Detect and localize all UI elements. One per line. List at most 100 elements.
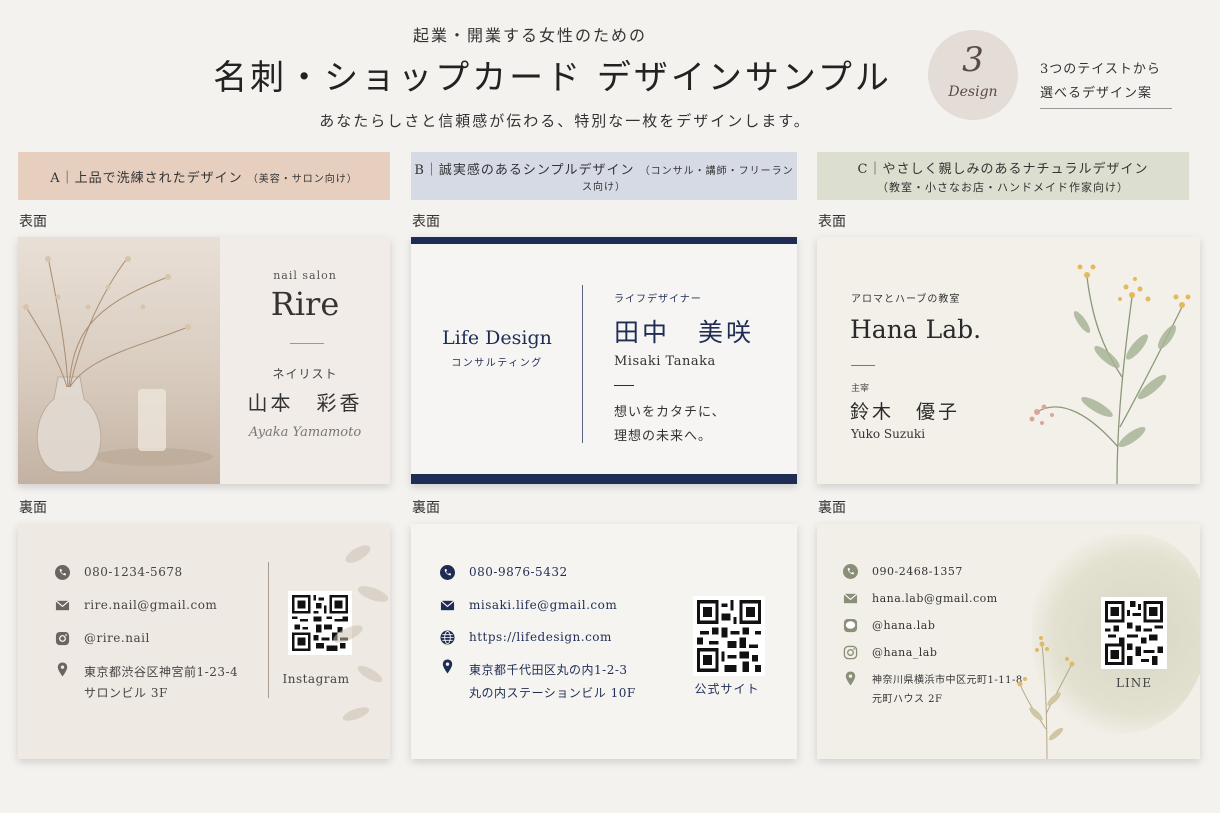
phone-icon	[440, 564, 455, 580]
instagram-icon	[55, 631, 70, 646]
contact-address: 東京都渋谷区神宮前1-23-4 サロンビル 3F	[55, 662, 238, 704]
label-back-b: 裏面	[412, 500, 440, 516]
contact-phone: 090-2468-1357	[843, 562, 1023, 580]
qr-code-pattern	[1105, 601, 1163, 665]
person-name: 山本 彩香	[247, 391, 363, 415]
address-line1: 神奈川県横浜市中区元町1-11-8	[872, 675, 1023, 686]
phone-number: 080-9876-5432	[469, 565, 568, 579]
job-title: ライフデザイナー	[614, 294, 702, 305]
vertical-divider	[582, 285, 583, 443]
design-count-badge: 3 Design	[928, 30, 1018, 120]
instagram-handle: @hana_lab	[872, 645, 938, 659]
column-header-a: A｜上品で洗練されたデザイン （美容・サロン向け）	[18, 152, 390, 200]
contact-instagram: @rire.nail	[55, 628, 238, 648]
contact-email: hana.lab@gmail.com	[843, 589, 1023, 607]
phone-number: 090-2468-1357	[872, 564, 963, 578]
instagram-icon	[843, 645, 858, 660]
contact-instagram: @hana_lab	[843, 643, 1023, 661]
line-chat-icon	[843, 618, 858, 633]
email-address: hana.lab@gmail.com	[872, 591, 998, 605]
contact-list-a: 080-1234-5678 rire.nail@gmail.com @rire.…	[55, 562, 238, 704]
contact-address: 神奈川県横浜市中区元町1-11-8 元町ハウス 2F	[843, 671, 1023, 709]
line-id: @hana.lab	[872, 618, 936, 632]
contact-website: https://lifedesign.com	[440, 627, 636, 647]
wildflower-sprig-illustration	[1017, 636, 1075, 759]
message-line2: 理想の未来へ。	[614, 429, 713, 444]
message-line1: 想いをカタチに、	[614, 405, 726, 420]
column-c-title: C｜やさしく親しみのあるナチュラルデザイン	[857, 161, 1149, 177]
website-url: https://lifedesign.com	[469, 630, 612, 644]
card-b-front: Life Design コンサルティング ライフデザイナー 田中 美咲 Misa…	[411, 237, 797, 484]
brand-name: Life Design	[442, 327, 552, 349]
badge-note-line2: 選べるデザイン案	[1040, 86, 1153, 101]
navy-bottom-bar	[411, 474, 797, 484]
label-back-a: 裏面	[19, 500, 47, 516]
brand-name: Rire	[270, 285, 340, 323]
brand-subtitle: コンサルティング	[451, 358, 543, 369]
address-block: 東京都千代田区丸の内1-2-3 丸の内ステーションビル 10F	[469, 659, 636, 705]
column-header-b: B｜誠実感のあるシンプルデザイン （コンサル・講師・フリーランス向け）	[411, 152, 797, 200]
person-name: 田中 美咲	[614, 318, 755, 347]
column-b-title: B｜誠実感のあるシンプルデザイン	[414, 162, 635, 178]
qr-code-pattern	[697, 600, 761, 672]
location-pin-icon	[843, 671, 858, 686]
address-block: 東京都渋谷区神宮前1-23-4 サロンビル 3F	[84, 662, 238, 704]
business-category: nail salon	[273, 269, 337, 282]
job-title: 主宰	[851, 384, 870, 394]
wildflower-illustration	[1029, 264, 1191, 484]
leaf-shadow-decoration	[333, 545, 389, 721]
card-b-back: 080-9876-5432 misaki.life@gmail.com http…	[411, 524, 797, 759]
person-name-en: Yuko Suzuki	[851, 427, 926, 441]
vase-illustration	[23, 256, 213, 473]
qr-code	[1101, 597, 1167, 669]
label-front-b: 表面	[412, 214, 440, 230]
card-c-front: アロマとハーブの教室 Hana Lab. 主宰 鈴木 優子 Yuko Suzuk…	[817, 237, 1200, 484]
navy-top-bar	[411, 237, 797, 244]
label-back-c: 裏面	[818, 500, 846, 516]
brand-name: Hana Lab.	[850, 315, 982, 344]
divider	[290, 343, 324, 344]
badge-note-line1: 3つのテイストから	[1040, 62, 1161, 77]
contact-phone: 080-1234-5678	[55, 562, 238, 582]
qr-label: LINE	[1116, 676, 1152, 690]
contact-list-b: 080-9876-5432 misaki.life@gmail.com http…	[440, 562, 636, 705]
mail-icon	[843, 591, 858, 606]
badge-underline	[1040, 108, 1172, 109]
phone-icon	[843, 563, 858, 579]
location-pin-icon	[440, 659, 455, 674]
short-rule	[851, 365, 875, 366]
column-c-note: （教室・小さなお店・ハンドメイド作家向け）	[877, 180, 1129, 194]
contact-email: misaki.life@gmail.com	[440, 595, 636, 615]
column-a-title: A｜上品で洗練されたデザイン	[50, 170, 243, 186]
column-header-c: C｜やさしく親しみのあるナチュラルデザイン （教室・小さなお店・ハンドメイド作家…	[817, 152, 1189, 200]
dried-flower-vase-photo	[18, 237, 220, 484]
address-line1: 東京都千代田区丸の内1-2-3	[469, 663, 628, 677]
card-a-front-text: nail salon Rire ネイリスト 山本 彩香 Ayaka Yamamo…	[220, 237, 390, 484]
address-line2: 丸の内ステーションビル 10F	[469, 686, 636, 700]
address-line1: 東京都渋谷区神宮前1-23-4	[84, 665, 239, 679]
contact-list-c: 090-2468-1357 hana.lab@gmail.com @hana.l…	[843, 562, 1023, 709]
job-title: ネイリスト	[272, 367, 338, 381]
card-c-back: 090-2468-1357 hana.lab@gmail.com @hana.l…	[817, 524, 1200, 759]
address-line2: サロンビル 3F	[84, 686, 168, 700]
qr-code	[693, 596, 765, 676]
phone-icon	[55, 564, 70, 580]
card-a-back: 080-1234-5678 rire.nail@gmail.com @rire.…	[18, 524, 390, 759]
location-pin-icon	[55, 662, 70, 677]
badge-number: 3	[962, 40, 984, 80]
business-category: アロマとハーブの教室	[851, 294, 961, 305]
signature-name: Ayaka Yamamoto	[248, 425, 362, 440]
header-subtitle: 起業・開業する女性のための	[412, 26, 647, 45]
email-address: misaki.life@gmail.com	[469, 598, 618, 612]
short-rule	[614, 385, 634, 386]
instagram-handle: @rire.nail	[84, 631, 150, 645]
contact-email: rire.nail@gmail.com	[55, 595, 238, 615]
person-name-en: Misaki Tanaka	[614, 354, 716, 369]
label-front-c: 表面	[818, 214, 846, 230]
address-line2: 元町ハウス 2F	[872, 694, 943, 705]
column-a-note: （美容・サロン向け）	[247, 173, 358, 185]
card-a-front: nail salon Rire ネイリスト 山本 彩香 Ayaka Yamamo…	[18, 237, 390, 484]
contact-phone: 080-9876-5432	[440, 562, 636, 582]
qr-label: 公式サイト	[694, 682, 760, 696]
vertical-divider	[268, 562, 269, 698]
